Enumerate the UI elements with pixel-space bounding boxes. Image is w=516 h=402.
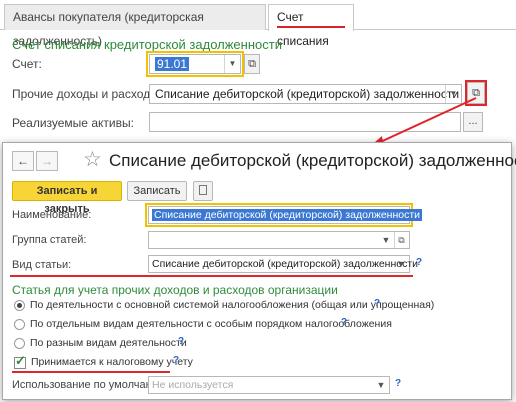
chevron-down-icon[interactable]: ▼ — [224, 55, 240, 73]
open-icon[interactable]: ⧉ — [244, 54, 260, 74]
checkmark-icon: ✓ — [15, 353, 26, 368]
type-value: Списание дебиторской (кредиторской) задо… — [152, 258, 419, 270]
account-field[interactable]: 91.01 ▼ — [146, 51, 244, 77]
star-icon[interactable]: ☆ — [83, 147, 102, 172]
group-label: Группа статей: — [12, 234, 87, 246]
radio-various-activities[interactable] — [14, 338, 25, 349]
radio-special-taxation-label: По отдельным видам деятельности с особым… — [30, 318, 392, 330]
group-field[interactable]: ▼ ⧉ — [148, 231, 410, 249]
name-label: Наименование: — [12, 209, 92, 221]
popup-window: ← → ☆ Списание дебиторской (кредиторской… — [2, 142, 516, 400]
tab-bar: Авансы покупателя (кредиторская задолжен… — [0, 4, 516, 48]
default-use-label: Использование по умолчанию: — [12, 379, 170, 391]
account-value: 91.01 — [155, 57, 190, 71]
help-icon[interactable]: ? — [395, 378, 401, 389]
tax-accounting-checkbox[interactable]: ✓ — [14, 353, 26, 369]
save-button[interactable]: Записать — [127, 181, 187, 201]
forward-arrow-icon[interactable]: → — [36, 151, 58, 171]
help-icon[interactable]: ? — [416, 257, 422, 268]
underline-annotation — [12, 371, 170, 373]
help-icon[interactable]: ? — [173, 355, 179, 366]
open-icon[interactable]: ⧉ — [394, 232, 408, 248]
default-use-field[interactable]: Не используется ▼ — [148, 376, 390, 394]
type-label: Вид статьи: — [12, 259, 72, 271]
radio-main-taxation[interactable] — [14, 300, 25, 311]
underline-annotation — [10, 275, 413, 277]
realized-assets-label: Реализуемые активы: — [12, 116, 134, 130]
name-value: Списание дебиторской (кредиторской) задо… — [152, 209, 423, 221]
tab-writeoff-account[interactable]: Счет списания — [268, 4, 354, 48]
back-arrow-icon[interactable]: ← — [12, 151, 34, 171]
help-icon[interactable]: ? — [341, 317, 347, 328]
help-icon[interactable]: ? — [374, 298, 380, 309]
tax-accounting-label: Принимается к налоговому учету — [31, 356, 193, 368]
tab-label: Счет списания — [277, 10, 329, 48]
default-use-placeholder: Не используется — [152, 379, 234, 391]
chevron-down-icon[interactable]: ▼ — [379, 232, 393, 248]
help-icon[interactable]: ? — [178, 336, 184, 347]
type-field[interactable]: Списание дебиторской (кредиторской) задо… — [148, 255, 418, 273]
save-and-close-button[interactable]: Записать и закрыть — [12, 181, 122, 215]
other-income-label: Прочие доходы и расходы: — [12, 87, 163, 101]
tab-customer-advances[interactable]: Авансы покупателя (кредиторская задолжен… — [4, 4, 266, 48]
delete-icon[interactable] — [193, 181, 213, 201]
accounting-section-title: Статья для учета прочих доходов и расход… — [12, 283, 338, 297]
radio-various-activities-label: По разным видам деятельности — [30, 337, 187, 349]
account-label: Счет: — [12, 57, 42, 71]
popup-title: Списание дебиторской (кредиторской) задо… — [109, 151, 516, 170]
radio-special-taxation[interactable] — [14, 319, 25, 330]
chevron-down-icon[interactable]: ▼ — [374, 377, 388, 393]
tab-active-marker — [277, 26, 345, 28]
section-title: Счет списания кредиторской задолженности — [12, 37, 282, 52]
chevron-down-icon[interactable]: ▼ — [394, 256, 408, 272]
name-field[interactable]: Списание дебиторской (кредиторской) задо… — [145, 203, 423, 227]
